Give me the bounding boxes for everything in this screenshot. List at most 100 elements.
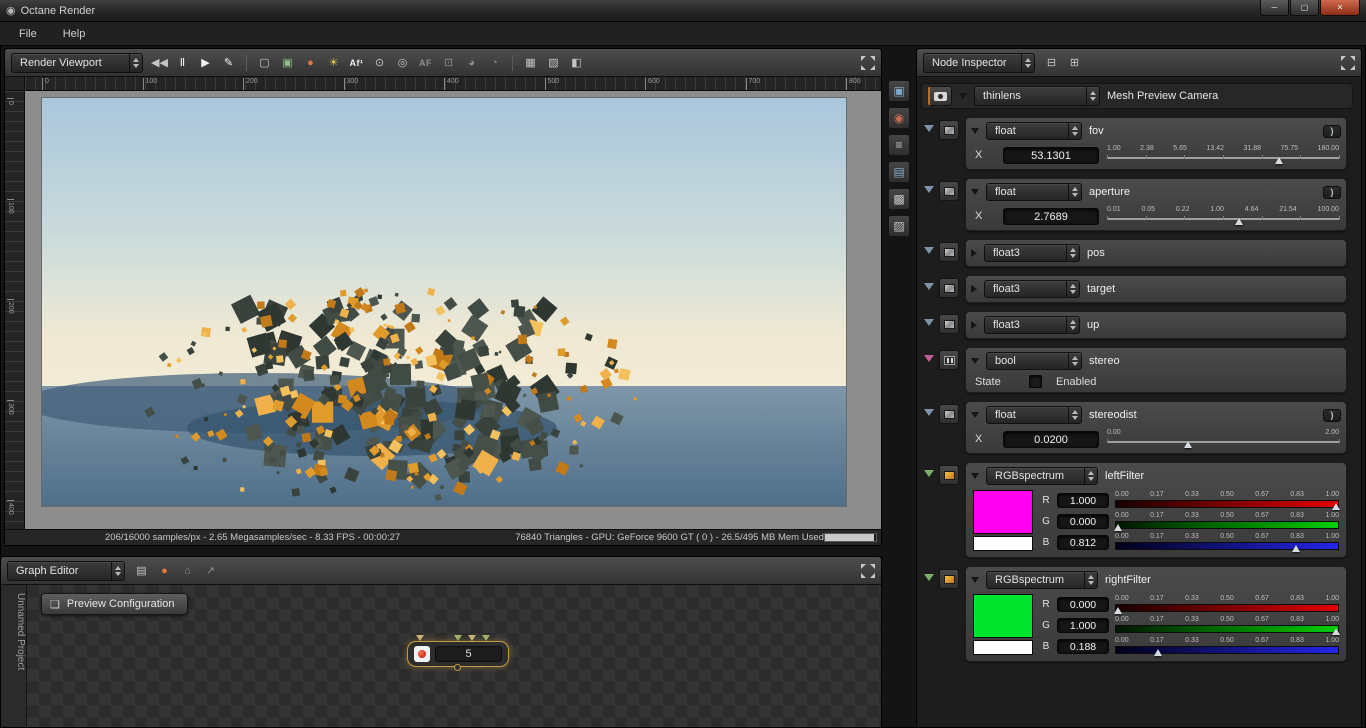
pick-focus-dot-icon[interactable]: ◎ xyxy=(392,52,413,74)
node-type-dropdown[interactable]: float3 xyxy=(984,244,1080,262)
fov-slider[interactable]: 1.00 2.38 5.65 13.42 31.88 75.75 180.00 xyxy=(1107,145,1340,165)
stereo-enabled-checkbox[interactable] xyxy=(1029,375,1042,388)
node-pin[interactable] xyxy=(454,635,462,641)
collapse-triangle[interactable] xyxy=(971,358,979,364)
export-node-icon[interactable]: ↗ xyxy=(200,560,221,582)
float-window-icon[interactable]: ⊞ xyxy=(1064,52,1085,74)
stereodist-value-field[interactable]: 0.0200 xyxy=(1003,430,1099,448)
maximize-button[interactable]: ▢ xyxy=(1290,0,1319,16)
library-tab-icon[interactable]: ▤ xyxy=(888,161,910,183)
rgbspectrum-node-icon[interactable] xyxy=(939,465,959,485)
camera-type-dropdown[interactable]: thinlens xyxy=(974,86,1100,106)
lock-resolution-icon[interactable]: ⊡ xyxy=(438,52,459,74)
red-slider[interactable]: 0.00 0.17 0.33 0.50 0.67 0.83 1.00 xyxy=(1115,491,1340,511)
float3-node-icon[interactable] xyxy=(939,278,959,298)
panel-selector-dropdown[interactable]: Node Inspector xyxy=(923,52,1035,73)
slider-handle[interactable] xyxy=(1113,523,1122,531)
pick-material-icon[interactable]: ● xyxy=(300,52,321,74)
image-tab-icon[interactable]: ▩ xyxy=(888,188,910,210)
node-output-port[interactable] xyxy=(454,664,461,671)
collapse-triangle[interactable] xyxy=(971,321,977,329)
slider-handle[interactable] xyxy=(1113,606,1122,614)
blue-value-field[interactable]: 0.812 xyxy=(1057,535,1109,550)
float-node-icon[interactable] xyxy=(939,181,959,201)
stop-render-icon[interactable]: ✎ xyxy=(218,52,239,74)
collapse-triangle[interactable] xyxy=(971,473,979,479)
aperture-value-field[interactable]: 2.7689 xyxy=(1003,207,1099,225)
minimize-button[interactable]: ─ xyxy=(1260,0,1289,16)
expander-triangle[interactable] xyxy=(924,247,934,254)
color-swatch[interactable] xyxy=(973,490,1033,534)
red-slider[interactable]: 0.00 0.17 0.33 0.50 0.67 0.83 1.00 xyxy=(1113,595,1339,615)
slider-handle[interactable] xyxy=(1292,544,1301,552)
autofocus-icon[interactable]: AF xyxy=(415,52,436,74)
green-value-field[interactable]: 0.000 xyxy=(1057,514,1109,529)
expander-triangle[interactable] xyxy=(924,186,934,193)
green-slider[interactable]: 0.00 0.17 0.33 0.50 0.67 0.83 1.00 xyxy=(1115,616,1340,636)
collapse-triangle[interactable] xyxy=(971,577,979,583)
float3-node-icon[interactable] xyxy=(939,314,959,334)
slider-handle[interactable] xyxy=(1331,502,1340,510)
expander-triangle[interactable] xyxy=(924,574,934,581)
node-pin[interactable] xyxy=(482,635,490,641)
blue-value-field[interactable]: 0.188 xyxy=(1057,639,1109,654)
node-type-dropdown[interactable]: float3 xyxy=(984,280,1080,298)
material-ball-icon[interactable]: ● xyxy=(154,560,175,582)
node-type-dropdown[interactable]: float xyxy=(986,183,1082,201)
pick-white-balance-icon[interactable]: ☀ xyxy=(323,52,344,74)
bool-node-icon[interactable] xyxy=(939,350,959,370)
graph-canvas[interactable]: ❏ Preview Configuration 5 xyxy=(27,585,881,727)
menu-file[interactable]: File xyxy=(6,24,50,44)
pick-focus-icon[interactable]: ⊙ xyxy=(369,52,390,74)
blue-slider[interactable]: 0.00 0.17 0.33 0.50 0.67 0.83 1.00 xyxy=(1115,637,1339,657)
panel-selector-dropdown[interactable]: Render Viewport xyxy=(11,52,143,73)
slider-handle[interactable] xyxy=(1274,157,1283,164)
float-node-icon[interactable] xyxy=(939,120,959,140)
close-button[interactable]: ✕ xyxy=(1320,0,1360,16)
grid-overlay-icon[interactable]: ▦ xyxy=(520,52,541,74)
node-pin[interactable] xyxy=(468,635,476,641)
node-type-dropdown[interactable]: float xyxy=(986,122,1082,140)
collapse-triangle[interactable] xyxy=(959,93,967,99)
expander-triangle[interactable] xyxy=(924,125,934,132)
curve-toggle-icon[interactable]: ) xyxy=(1323,408,1341,422)
sync-selection-icon[interactable]: ⊟ xyxy=(1041,52,1062,74)
red-value-field[interactable]: 0.000 xyxy=(1057,597,1109,612)
white-swatch[interactable] xyxy=(973,536,1033,551)
expand-panel-icon[interactable] xyxy=(861,563,875,578)
curve-toggle-icon[interactable]: ) xyxy=(1323,124,1341,138)
render-viewport-tab-icon[interactable]: ▣ xyxy=(888,80,910,102)
expander-triangle[interactable] xyxy=(924,470,934,477)
autofocus-one-icon[interactable]: Af¹ xyxy=(346,52,367,74)
alpha-checker-icon[interactable]: ▨ xyxy=(543,52,564,74)
expand-panel-icon[interactable] xyxy=(1341,55,1355,70)
collapse-triangle[interactable] xyxy=(971,249,977,257)
collapse-triangle[interactable] xyxy=(971,412,979,418)
camera-tab-icon[interactable]: ◉ xyxy=(888,107,910,129)
pan-camera-icon[interactable]: ◔ xyxy=(484,52,505,74)
environment-tab-icon[interactable]: ▨ xyxy=(888,215,910,237)
expander-triangle[interactable] xyxy=(924,355,934,362)
red-value-field[interactable]: 1.000 xyxy=(1057,493,1109,508)
fov-value-field[interactable]: 53.1301 xyxy=(1003,146,1099,164)
expander-triangle[interactable] xyxy=(924,283,934,290)
node-value-field[interactable]: 5 xyxy=(435,646,502,662)
aperture-slider[interactable]: 0.01 0.05 0.22 1.00 4.64 21.54 100.00 xyxy=(1107,206,1340,226)
node-pin[interactable] xyxy=(416,635,424,641)
collapse-triangle[interactable] xyxy=(971,285,977,293)
expander-triangle[interactable] xyxy=(924,409,934,416)
orbit-camera-icon[interactable]: ◕ xyxy=(461,52,482,74)
slider-handle[interactable] xyxy=(1184,441,1193,448)
float3-node-icon[interactable] xyxy=(939,242,959,262)
mesh-node-icon[interactable]: ⌂ xyxy=(177,560,198,582)
stereodist-slider[interactable]: 0.00 2.00 xyxy=(1107,429,1340,449)
split-view-icon[interactable]: ◧ xyxy=(566,52,587,74)
node-type-dropdown[interactable]: float xyxy=(986,406,1082,424)
blue-slider[interactable]: 0.00 0.17 0.33 0.50 0.67 0.83 1.00 xyxy=(1115,533,1339,553)
white-swatch[interactable] xyxy=(973,640,1033,655)
preview-configuration-button[interactable]: ❏ Preview Configuration xyxy=(41,593,188,615)
play-render-icon[interactable]: ▶ xyxy=(195,52,216,74)
float-node-icon[interactable] xyxy=(939,404,959,424)
pick-camera-target-icon[interactable]: ▣ xyxy=(277,52,298,74)
rendered-scene[interactable] xyxy=(41,97,847,507)
